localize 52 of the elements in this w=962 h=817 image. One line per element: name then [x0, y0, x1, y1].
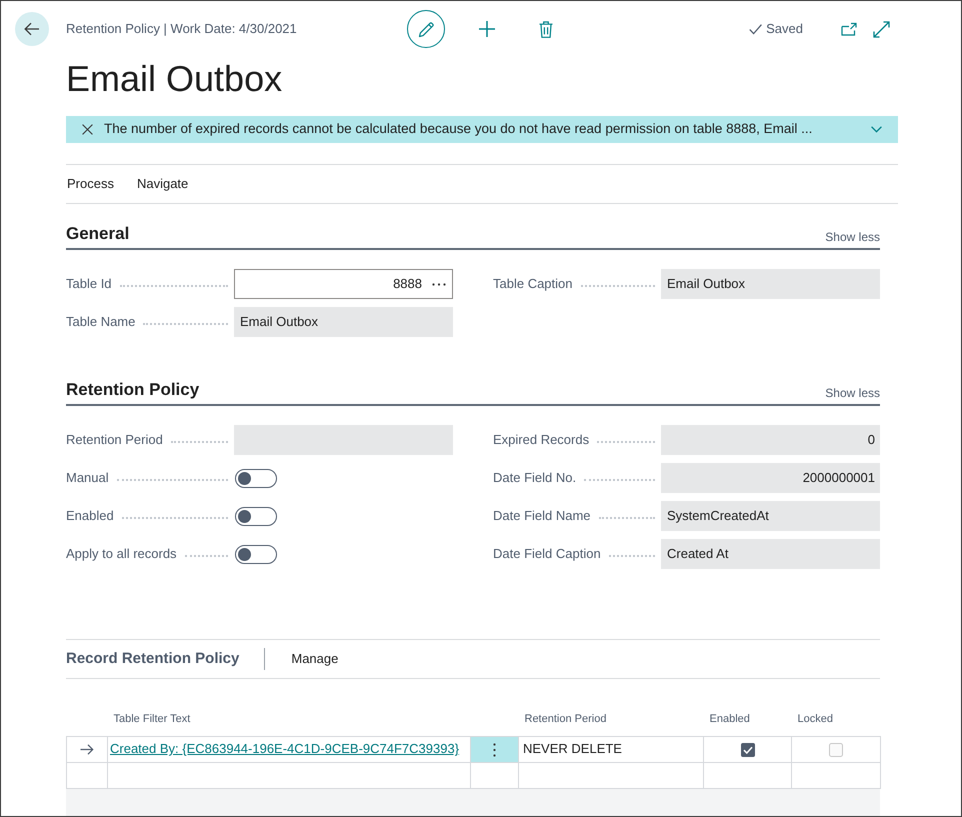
column-header[interactable]: Locked: [798, 713, 833, 725]
field-label: Date Field No.: [493, 469, 576, 488]
read-only-field: 0: [661, 425, 880, 455]
field-label: Retention Period: [66, 431, 163, 450]
check-icon: [749, 24, 762, 34]
trash-icon[interactable]: [539, 20, 553, 38]
action-menu-item[interactable]: Process: [67, 174, 114, 194]
toggle-switch[interactable]: [235, 506, 277, 526]
expand-icon[interactable]: [873, 20, 890, 38]
action-menu-item[interactable]: Manage: [291, 649, 338, 669]
toggle-switch[interactable]: [235, 468, 277, 488]
show-less-link[interactable]: Show less: [825, 229, 880, 245]
field-label: Table Name: [66, 313, 136, 332]
more-icon[interactable]: [432, 282, 446, 286]
field-label: Date Field Caption: [493, 545, 601, 564]
table-cell: NEVER DELETE: [518, 736, 704, 762]
read-only-field: Email Outbox: [234, 307, 453, 337]
field-label: Expired Records: [493, 431, 590, 450]
notification-message: The number of expired records cannot be calculated because you do not have read permission on table 8888, Email ...: [104, 120, 814, 138]
field-label: Enabled: [66, 507, 114, 526]
section-title: Retention Policy: [66, 379, 200, 401]
field-label: Date Field Name: [493, 507, 591, 526]
page-title: Email Outbox: [66, 57, 284, 101]
read-only-field: Created At: [661, 539, 880, 569]
action-menu-item[interactable]: Navigate: [136, 174, 188, 194]
subpage-title: Record Retention Policy: [66, 648, 240, 669]
column-header[interactable]: Retention Period: [524, 713, 606, 725]
field-label: Manual: [66, 469, 109, 488]
back-button[interactable]: [15, 12, 49, 46]
column-header[interactable]: Table Filter Text: [114, 713, 190, 725]
open-in-new-window-icon[interactable]: [841, 22, 857, 36]
read-only-field: SystemCreatedAt: [661, 501, 880, 531]
back-arrow-icon: [24, 22, 40, 36]
plus-icon[interactable]: [478, 20, 496, 38]
field-label: Table Caption: [493, 275, 572, 294]
pencil-icon: [418, 20, 434, 38]
checkbox[interactable]: [740, 742, 754, 757]
show-less-link[interactable]: Show less: [825, 385, 880, 401]
field-label: Table Id: [66, 275, 112, 294]
close-icon[interactable]: [82, 124, 93, 135]
toggle-switch[interactable]: [235, 544, 277, 564]
more-vertical-icon: [493, 742, 496, 757]
section-title: General: [66, 223, 130, 245]
read-only-field: Email Outbox: [661, 269, 880, 299]
lookup-field[interactable]: 8888: [234, 269, 453, 299]
read-only-field: 2000000001: [661, 463, 880, 493]
column-header[interactable]: Enabled: [710, 713, 750, 725]
field-label: Apply to all records: [66, 545, 177, 564]
edit-button[interactable]: [407, 10, 445, 48]
breadcrumb: Retention Policy | Work Date: 4/30/2021: [66, 20, 298, 38]
save-status: Saved: [766, 20, 803, 38]
chevron-down-icon[interactable]: [871, 126, 882, 133]
